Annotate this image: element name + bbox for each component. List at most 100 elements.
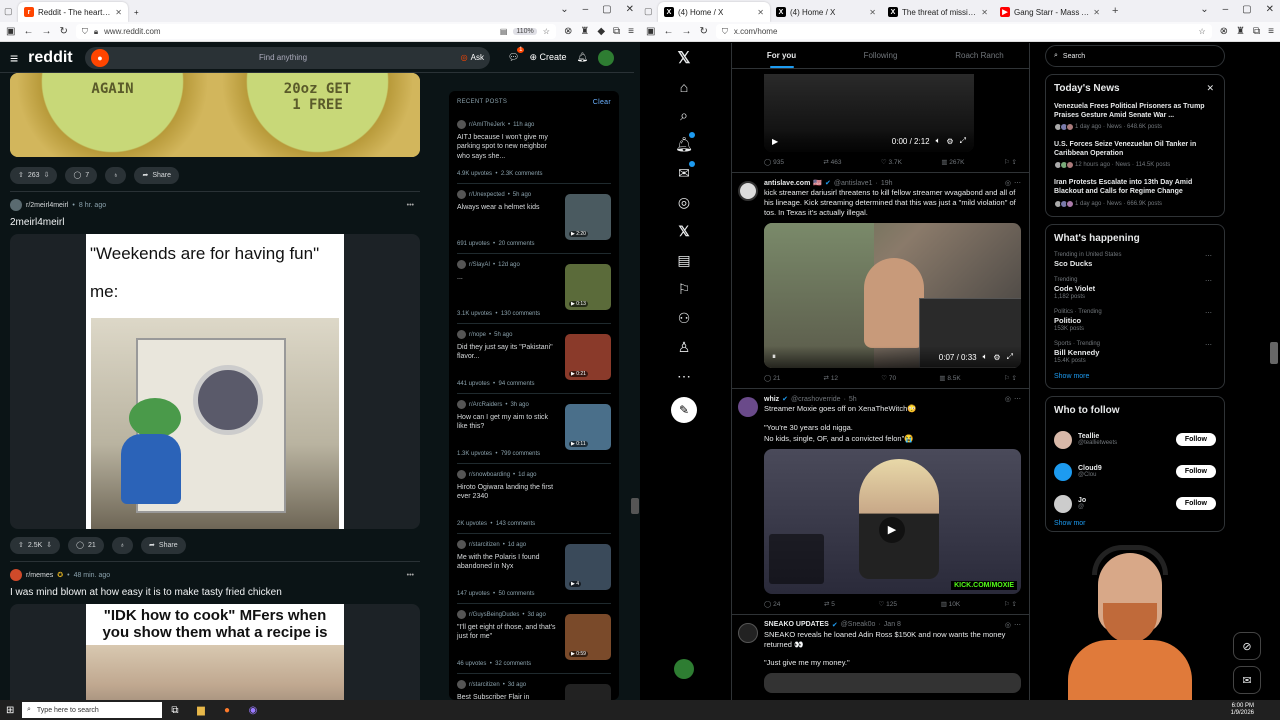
recent-post-item[interactable]: r/nope • 5h ago Did they just say its "Paki… — [457, 324, 611, 394]
recent-post-item[interactable]: r/SlayAI • 12d ago... 3.1K upvotes • 130 co… — [457, 254, 611, 324]
recent-post-title[interactable]: Best Subscriber Flair in — [457, 693, 557, 700]
recent-post-title[interactable]: ... — [457, 273, 557, 282]
tab-roach-ranch[interactable]: Roach Ranch — [930, 43, 1029, 68]
recent-post-title[interactable]: Hiroto Ogiwara landing the first ever 23… — [457, 483, 557, 502]
author-handle[interactable]: @crashoverride — [791, 396, 841, 403]
extension-icon[interactable]: ⊗ — [564, 26, 572, 37]
trend-more-icon[interactable]: ⋯ — [1205, 252, 1212, 260]
downvote-icon[interactable]: ⇩ — [46, 541, 52, 549]
recent-post-title[interactable]: Me with the Polaris I found abandoned in… — [457, 553, 557, 572]
reply-button[interactable]: ◯ 21 — [764, 374, 780, 382]
tab-x-home-1[interactable]: X (4) Home / X ✕ — [658, 2, 770, 22]
recent-subreddit[interactable]: r/SlayAI — [469, 262, 490, 268]
pause-icon[interactable]: ⏸ — [772, 352, 776, 362]
recent-post-item[interactable]: r/starcitizen • 3d ago Best Subscriber Flai… — [457, 674, 611, 700]
back-icon[interactable]: ← — [23, 26, 33, 37]
close-tab-icon[interactable]: ✕ — [1089, 8, 1100, 17]
author-name[interactable]: antislave.com — [764, 180, 810, 187]
messages-envelope-icon[interactable]: ✉ — [669, 159, 699, 188]
recent-subreddit[interactable]: r/nope — [469, 332, 486, 338]
left-scrollbar-thumb[interactable] — [631, 498, 639, 514]
reddit-logo[interactable]: reddit — [28, 49, 72, 67]
task-view-icon[interactable]: ⧉ — [162, 705, 188, 716]
follow-suggestion[interactable]: Teallie @teallietweets Follow — [1054, 424, 1216, 456]
tab-following[interactable]: Following — [831, 43, 930, 68]
follow-suggestion[interactable]: Jo @ Follow — [1054, 488, 1216, 520]
bookmarks-icon[interactable]: ⚐ — [669, 275, 699, 304]
create-button[interactable]: ⊕ Create — [529, 52, 566, 63]
maximize-icon[interactable]: ▢ — [1242, 4, 1251, 15]
recent-subreddit[interactable]: r/ArcRaiders — [469, 402, 502, 408]
like-button[interactable]: ♡ 70 — [881, 374, 896, 382]
firefox-icon[interactable]: ● — [214, 705, 240, 716]
reload-icon[interactable]: ↻ — [699, 26, 707, 37]
tab-overview-icon[interactable]: ▢ — [4, 6, 18, 17]
ask-button[interactable]: ◎ Ask — [461, 53, 484, 62]
grok-icon[interactable]: ◎ — [1005, 621, 1011, 629]
recent-subreddit[interactable]: r/snowboarding — [469, 472, 510, 478]
recent-subreddit[interactable]: r/GuysBeingDudes — [469, 612, 519, 618]
new-tab-button[interactable]: + — [128, 2, 145, 22]
vote-control[interactable]: ⇧ 2.5K ⇩ — [10, 536, 61, 554]
zoom-level[interactable]: 110% — [513, 28, 537, 35]
tweet[interactable]: antislave.com 🇺🇸 ✔ @antislave1 · 19h ◎ ⋯… — [732, 173, 1029, 390]
profile-icon[interactable]: ♙ — [669, 333, 699, 362]
tweet-age[interactable]: 5h — [849, 396, 857, 403]
news-item[interactable]: Iran Protests Escalate into 13th Day Ami… — [1054, 178, 1216, 208]
menu-icon[interactable]: ≡ — [628, 26, 634, 37]
notifications-bell-icon[interactable]: 🔔︎ — [577, 52, 588, 63]
close-tab-icon[interactable]: ✕ — [977, 8, 988, 17]
more-icon[interactable]: ⋯ — [669, 362, 699, 391]
recent-subreddit[interactable]: r/starcitizen — [469, 542, 500, 548]
address-bar[interactable]: ⛉ x.com/home ☆ — [715, 24, 1212, 39]
premium-x-icon[interactable]: 𝕏 — [669, 217, 699, 246]
tweet-video[interactable]: ▶ 0:00 / 2:12 🔈︎ ⚙ ⤢ — [764, 74, 974, 152]
tab-article[interactable]: X The threat of missiles and✕ — [882, 2, 994, 22]
windows-start-icon[interactable]: ⊞ — [6, 705, 14, 716]
recent-post-item[interactable]: r/AmITheJerk • 11h ago AITJ because I won't… — [457, 114, 611, 184]
trend-item[interactable]: Sports · Trending Bill Kennedy 15.4K posts… — [1054, 341, 1216, 364]
upvote-icon[interactable]: ⇧ — [18, 541, 24, 549]
chevron-down-icon[interactable]: ⌄ — [560, 4, 568, 15]
recent-post-thumbnail[interactable]: ▶ 0:13 — [565, 264, 611, 310]
tweet-media[interactable] — [764, 673, 1021, 694]
repost-button[interactable]: ⇄ 12 — [824, 374, 839, 382]
tab-overview-icon[interactable]: ▢ — [644, 6, 658, 17]
fullscreen-icon[interactable]: ⤢ — [960, 136, 966, 146]
tweet[interactable]: whiz ✔ @crashoverride · 5h ◎ ⋯ Streamer … — [732, 389, 1029, 615]
chat-icon[interactable]: 💬︎ 1 — [508, 47, 525, 63]
suggestion-avatar[interactable] — [1054, 430, 1072, 449]
extensions-icon[interactable]: ⧉ — [613, 26, 620, 37]
repost-button[interactable]: ⇄ 5 — [824, 600, 835, 608]
fullscreen-icon[interactable]: ⤢ — [1007, 352, 1013, 362]
minimize-icon[interactable]: – — [583, 4, 589, 15]
back-icon[interactable]: ← — [663, 26, 673, 37]
clear-recent-button[interactable]: Clear — [593, 99, 611, 106]
sidebar-toggle-icon[interactable]: ▣ — [6, 26, 15, 37]
minimize-icon[interactable]: – — [1223, 4, 1229, 15]
x-logo-icon[interactable]: 𝕏 — [669, 43, 699, 72]
play-icon[interactable]: ▶ — [772, 137, 778, 146]
like-button[interactable]: ♡ 125 — [879, 600, 898, 608]
bookmark-icon[interactable]: ⚐ ⇪ — [1004, 158, 1017, 166]
tweet-avatar[interactable] — [738, 181, 758, 201]
reddit-search-input[interactable]: ● Find anything ◎ Ask — [85, 46, 490, 69]
grok-icon[interactable]: ◎ — [1005, 395, 1011, 403]
account-avatar[interactable] — [674, 659, 694, 679]
recent-post-thumbnail[interactable]: ▶ 0:59 — [565, 614, 611, 660]
author-handle[interactable]: @antislave1 — [834, 180, 873, 187]
reload-icon[interactable]: ↻ — [59, 26, 67, 37]
tweet[interactable]: SNEAKO UPDATES ✔ @Sneak0o · Jan 8 ◎ ⋯ SN… — [732, 615, 1029, 694]
extension-icon-3[interactable]: ◆ — [597, 26, 605, 37]
tweet-more-icon[interactable]: ⋯ — [1014, 395, 1021, 403]
trend-more-icon[interactable]: ⋯ — [1205, 309, 1212, 317]
extension-icon-2[interactable]: ♜ — [580, 26, 589, 37]
tweet[interactable]: ▶ 0:00 / 2:12 🔈︎ ⚙ ⤢ ◯ 935 ⇄ 463 ♡ 3.7K … — [732, 74, 1029, 173]
trend-more-icon[interactable]: ⋯ — [1205, 341, 1212, 349]
menu-icon[interactable]: ≡ — [1268, 26, 1274, 37]
sidebar-toggle-icon[interactable]: ▣ — [646, 26, 655, 37]
recent-post-item[interactable]: r/snowboarding • 1d ago Hiroto Ogiwara land… — [457, 464, 611, 534]
trend-item[interactable]: Trending Code Violet 1,182 posts ⋯ — [1054, 277, 1216, 300]
follow-suggestion[interactable]: Cloud9 @Clou Follow — [1054, 456, 1216, 488]
reader-icon[interactable]: ▤ — [500, 27, 508, 36]
